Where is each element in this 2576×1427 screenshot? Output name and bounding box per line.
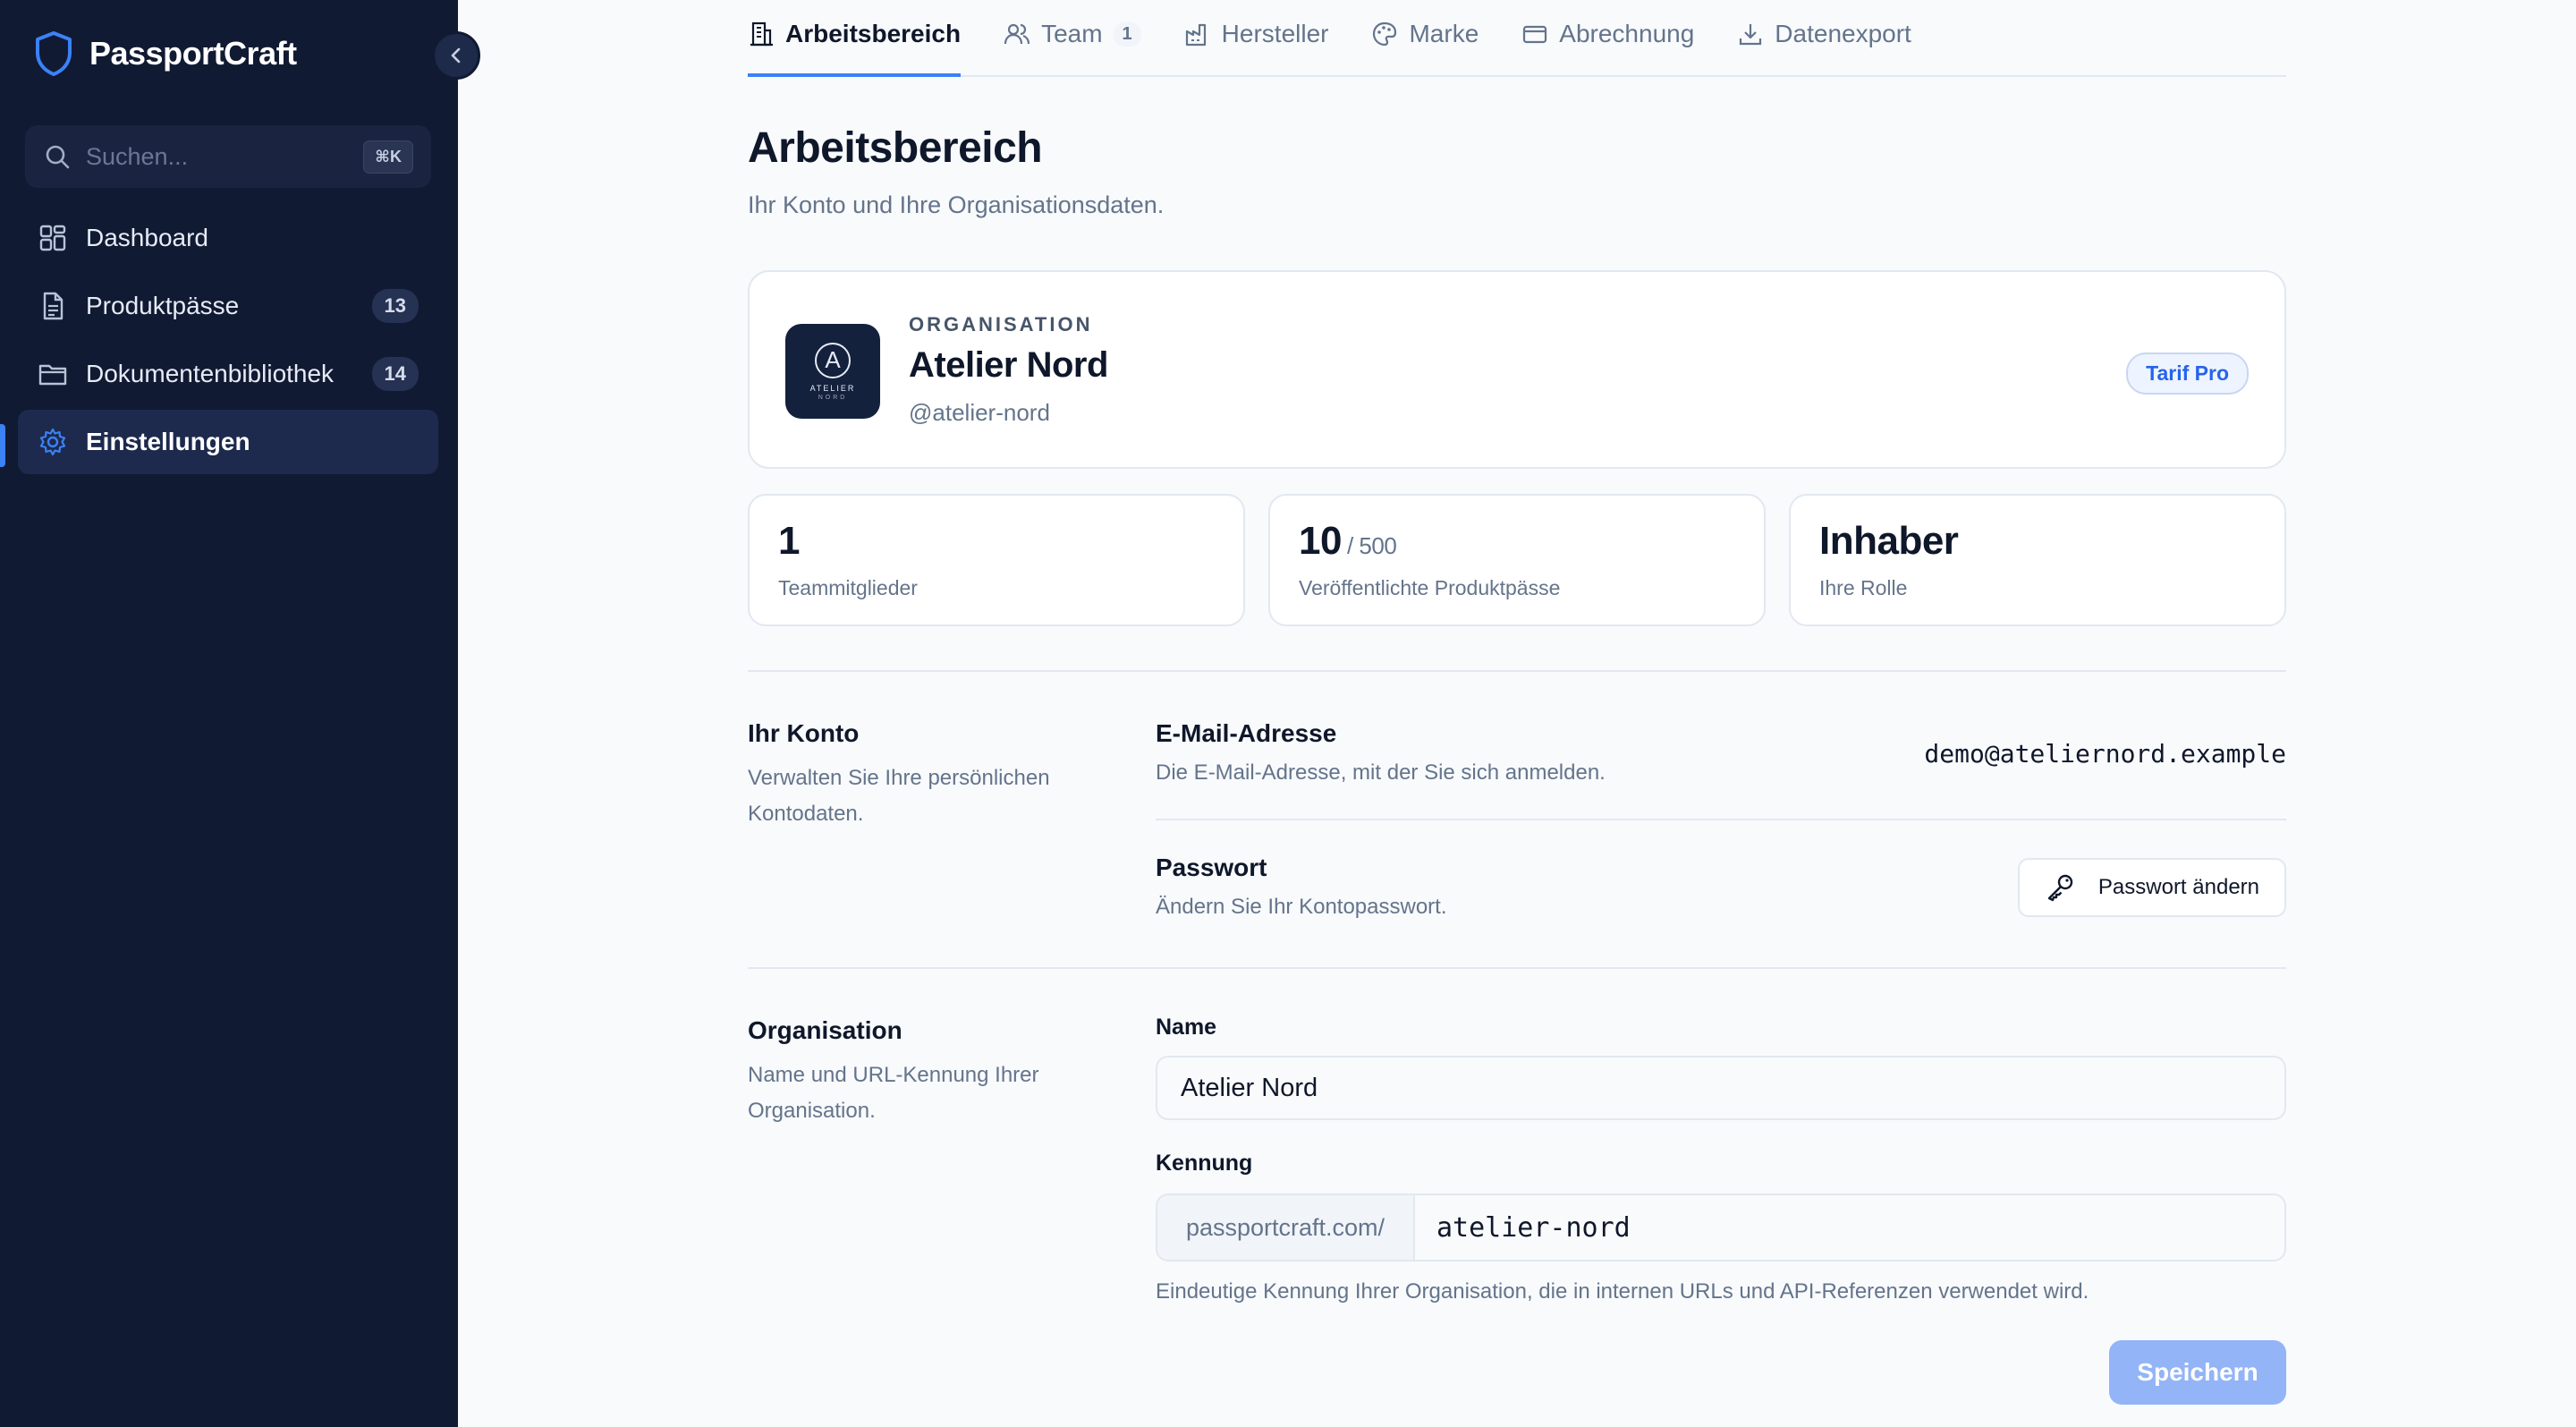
email-label: E-Mail-Adresse (1156, 719, 1337, 747)
password-label: Passwort (1156, 854, 1267, 881)
slug-input-group: passportcraft.com/ atelier-nord (1156, 1193, 2286, 1261)
main-content: Arbeitsbereich Team 1 Hersteller Marke A… (748, 0, 2286, 1405)
tab-label: Datenexport (1775, 20, 1911, 47)
stats-row: 1 Teammitglieder 10/ 500 Veröffentlichte… (748, 494, 2286, 626)
stat-value: 10/ 500 (1299, 519, 1735, 569)
organization-card: A ATELIER NORD ORGANISATION Atelier Nord… (748, 270, 2286, 469)
folder-icon (38, 364, 67, 386)
stat-card-team-members: 1 Teammitglieder (748, 494, 1245, 626)
stat-card-role: Inhaber Ihre Rolle (1789, 494, 2286, 626)
logo-line-2: NORD (818, 394, 848, 401)
sidebar-item-dokumentenbibliothek[interactable]: Dokumentenbibliothek 14 (18, 342, 438, 406)
organization-handle: @atelier-nord (909, 399, 1050, 426)
credit-card-icon (1523, 25, 1547, 44)
tab-label: Marke (1409, 20, 1479, 47)
password-description: Ändern Sie Ihr Kontopasswort. (1156, 895, 1447, 919)
email-description: Die E-Mail-Adresse, mit der Sie sich anm… (1156, 760, 1606, 785)
shield-logo-icon (34, 30, 73, 77)
organization-logo: A ATELIER NORD (785, 324, 880, 419)
tab-hersteller[interactable]: Hersteller (1184, 0, 1329, 75)
page-subtitle: Ihr Konto und Ihre Organisationsdaten. (748, 191, 1165, 218)
collapse-sidebar-button[interactable] (432, 31, 480, 80)
slug-field-label: Kennung (1156, 1151, 1253, 1176)
organization-eyebrow: ORGANISATION (909, 313, 1093, 336)
tab-label: Abrechnung (1559, 20, 1695, 47)
grid-icon (39, 225, 66, 251)
name-field-label: Name (1156, 1015, 1217, 1040)
sidebar-item-dashboard[interactable]: Dashboard (18, 206, 438, 270)
stat-number: 1 (778, 519, 800, 563)
tab-datenexport[interactable]: Datenexport (1737, 0, 1911, 75)
plan-badge: Tarif Pro (2126, 353, 2249, 395)
sidebar-item-einstellungen[interactable]: Einstellungen (18, 410, 438, 474)
tab-label: Team (1041, 20, 1103, 47)
sidebar-item-label: Einstellungen (86, 428, 250, 455)
sidebar-nav: Dashboard Produktpässe 13 Dokumentenbibl… (18, 206, 438, 478)
stat-number: Inhaber (1819, 519, 1959, 563)
key-icon (2047, 874, 2073, 902)
account-section-description: Verwalten Sie Ihre persönlichen Kontodat… (748, 766, 1050, 826)
factory-icon (1185, 23, 1206, 47)
tab-label: Hersteller (1221, 20, 1329, 47)
sidebar-item-label: Dokumentenbibliothek (86, 360, 335, 387)
organization-name-input[interactable]: Atelier Nord (1156, 1056, 2286, 1120)
section-divider (748, 967, 2286, 969)
sidebar: PassportCraft Suchen... ⌘K Dashboard Pro… (0, 0, 458, 1427)
palette-icon (1373, 21, 1397, 47)
tab-arbeitsbereich[interactable]: Arbeitsbereich (748, 0, 962, 77)
search-placeholder: Suchen... (86, 142, 189, 170)
organization-name: Atelier Nord (909, 345, 1108, 385)
active-indicator (0, 424, 5, 467)
stat-value: 1 (778, 519, 1215, 569)
stat-label: Veröffentlichte Produktpässe (1299, 576, 1561, 599)
tab-label: Arbeitsbereich (785, 20, 962, 47)
stat-label: Teammitglieder (778, 576, 918, 599)
search-shortcut-badge: ⌘K (363, 140, 413, 174)
brand[interactable]: PassportCraft (34, 27, 297, 81)
search-input[interactable]: Suchen... ⌘K (25, 125, 431, 188)
download-icon (1740, 24, 1762, 46)
chevron-left-icon (451, 47, 461, 64)
tab-team[interactable]: Team 1 (1004, 0, 1141, 75)
account-section-title: Ihr Konto (748, 719, 860, 747)
page-title: Arbeitsbereich (748, 124, 1043, 172)
document-icon (43, 292, 64, 320)
slug-hint: Eindeutige Kennung Ihrer Organisation, d… (1156, 1279, 2089, 1304)
organization-section-title: Organisation (748, 1016, 902, 1044)
email-value: demo@ateliernord.example (1924, 739, 2286, 769)
building-icon (750, 21, 773, 47)
row-separator (1156, 819, 2286, 820)
stat-label: Ihre Rolle (1819, 576, 1908, 599)
app-name: PassportCraft (89, 35, 297, 72)
change-password-label: Passwort ändern (2097, 875, 2259, 899)
sidebar-item-label: Dashboard (86, 224, 208, 251)
logo-line-1: ATELIER (809, 383, 856, 393)
sidebar-item-count: 13 (371, 289, 419, 323)
stat-number: 10 (1299, 519, 1342, 563)
stat-value: Inhaber (1819, 519, 2256, 569)
slug-prefix: passportcraft.com/ (1156, 1193, 1413, 1261)
gear-icon (39, 428, 66, 456)
section-divider (748, 670, 2286, 672)
users-icon (1004, 23, 1030, 45)
sidebar-item-count: 14 (371, 357, 419, 391)
stat-card-published-passports: 10/ 500 Veröffentlichte Produktpässe (1268, 494, 1766, 626)
slug-input[interactable]: atelier-nord (1413, 1193, 2286, 1261)
save-button[interactable]: Speichern (2109, 1340, 2286, 1405)
settings-tabs: Arbeitsbereich Team 1 Hersteller Marke A… (748, 0, 2286, 77)
organization-section-description: Name und URL-Kennung Ihrer Organisation. (748, 1063, 1039, 1123)
stat-suffix: / 500 (1346, 532, 1397, 559)
tab-marke[interactable]: Marke (1371, 0, 1479, 75)
tab-count-badge: 1 (1113, 21, 1141, 47)
tab-abrechnung[interactable]: Abrechnung (1521, 0, 1694, 75)
search-icon (46, 145, 70, 169)
change-password-button[interactable]: Passwort ändern (2017, 858, 2286, 917)
sidebar-item-label: Produktpässe (86, 292, 240, 319)
logo-letter: A (815, 342, 851, 378)
sidebar-item-produktpaesse[interactable]: Produktpässe 13 (18, 274, 438, 338)
